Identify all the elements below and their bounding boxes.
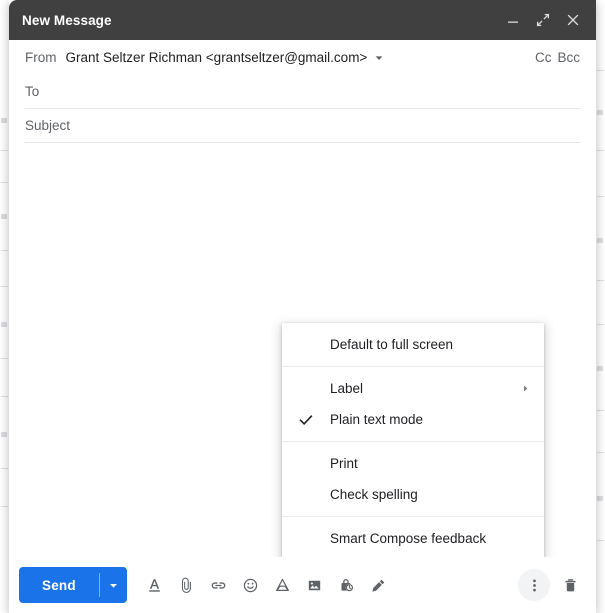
insert-drive-icon [276, 578, 290, 591]
send-button[interactable]: Send [19, 567, 99, 603]
recipient-fields: From Grant Seltzer Richman <grantseltzer… [9, 40, 596, 143]
menu-item-label: Plain text mode [330, 412, 424, 427]
insert-link-button[interactable] [203, 569, 235, 601]
menu-item-print[interactable]: Print [282, 448, 544, 479]
chevron-right-icon [521, 384, 530, 393]
menu-item-label: Check spelling [330, 487, 418, 502]
menu-item-smart-compose-feedback[interactable]: Smart Compose feedback [282, 523, 544, 554]
subject-row[interactable]: Subject [25, 109, 580, 143]
insert-photo-icon [309, 580, 321, 590]
bcc-button[interactable]: Bcc [557, 50, 580, 65]
menu-item-label: Default to full screen [330, 337, 454, 352]
confidential-mode-icon [341, 578, 354, 591]
background-right-sliver [596, 0, 605, 613]
insert-emoji-button[interactable] [235, 569, 267, 601]
close-button[interactable] [560, 7, 586, 33]
menu-item-check-spelling[interactable]: Check spelling [282, 479, 544, 510]
from-row: From Grant Seltzer Richman <grantseltzer… [25, 40, 580, 75]
compose-toolbar: Send [9, 557, 596, 613]
formatting-toolbar [139, 569, 395, 601]
from-value: Grant Seltzer Richman <grantseltzer@gmai… [65, 50, 368, 65]
menu-group: Smart Compose feedback [282, 516, 544, 560]
insert-signature-icon [372, 579, 385, 592]
menu-item-label: Label [330, 381, 364, 396]
cc-bcc-group: Cc Bcc [535, 50, 580, 65]
send-group: Send [19, 567, 127, 603]
attach-file-button[interactable] [171, 569, 203, 601]
fullscreen-icon [536, 13, 550, 27]
compose-header[interactable]: New Message [9, 0, 596, 40]
insert-emoji-icon [244, 578, 258, 592]
menu-item-label: Smart Compose feedback [330, 531, 487, 546]
subject-input[interactable]: Subject [25, 118, 70, 133]
send-options-button[interactable] [100, 567, 127, 603]
to-row[interactable]: To [25, 75, 580, 109]
close-icon [567, 14, 579, 26]
to-input[interactable]: To [25, 84, 39, 99]
menu-group: Label Plain text mode [282, 366, 544, 441]
confidential-mode-button[interactable] [331, 569, 363, 601]
format-text-icon [149, 578, 161, 592]
check-icon [282, 412, 330, 428]
insert-photo-button[interactable] [299, 569, 331, 601]
chevron-down-icon [375, 55, 383, 60]
cc-button[interactable]: Cc [535, 50, 552, 65]
from-label: From [25, 50, 57, 65]
more-options-menu: Default to full screen Label Plain text mo… [282, 323, 544, 560]
menu-item-default-to-full-screen[interactable]: Default to full screen [282, 329, 544, 360]
toolbar-right-group [518, 569, 586, 601]
minimize-icon [508, 21, 518, 23]
menu-item-plain-text-mode[interactable]: Plain text mode [282, 404, 544, 435]
minimize-button[interactable] [500, 7, 526, 33]
window-controls [500, 7, 586, 33]
insert-drive-button[interactable] [267, 569, 299, 601]
discard-draft-button[interactable] [554, 569, 586, 601]
attach-file-icon [182, 577, 192, 593]
insert-link-icon [211, 581, 226, 589]
compose-title: New Message [22, 12, 112, 28]
more-vert-icon [532, 578, 536, 592]
format-text-button[interactable] [139, 569, 171, 601]
menu-item-label[interactable]: Label [282, 373, 544, 404]
insert-signature-button[interactable] [363, 569, 395, 601]
background-left-sliver [0, 0, 9, 613]
more-options-button[interactable] [518, 569, 550, 601]
trash-icon [564, 578, 576, 591]
menu-item-label: Print [330, 456, 358, 471]
menu-group: Print Check spelling [282, 441, 544, 516]
from-dropdown-button[interactable] [374, 53, 384, 63]
menu-group: Default to full screen [282, 323, 544, 366]
fullscreen-button[interactable] [530, 7, 556, 33]
chevron-down-icon [109, 583, 117, 588]
